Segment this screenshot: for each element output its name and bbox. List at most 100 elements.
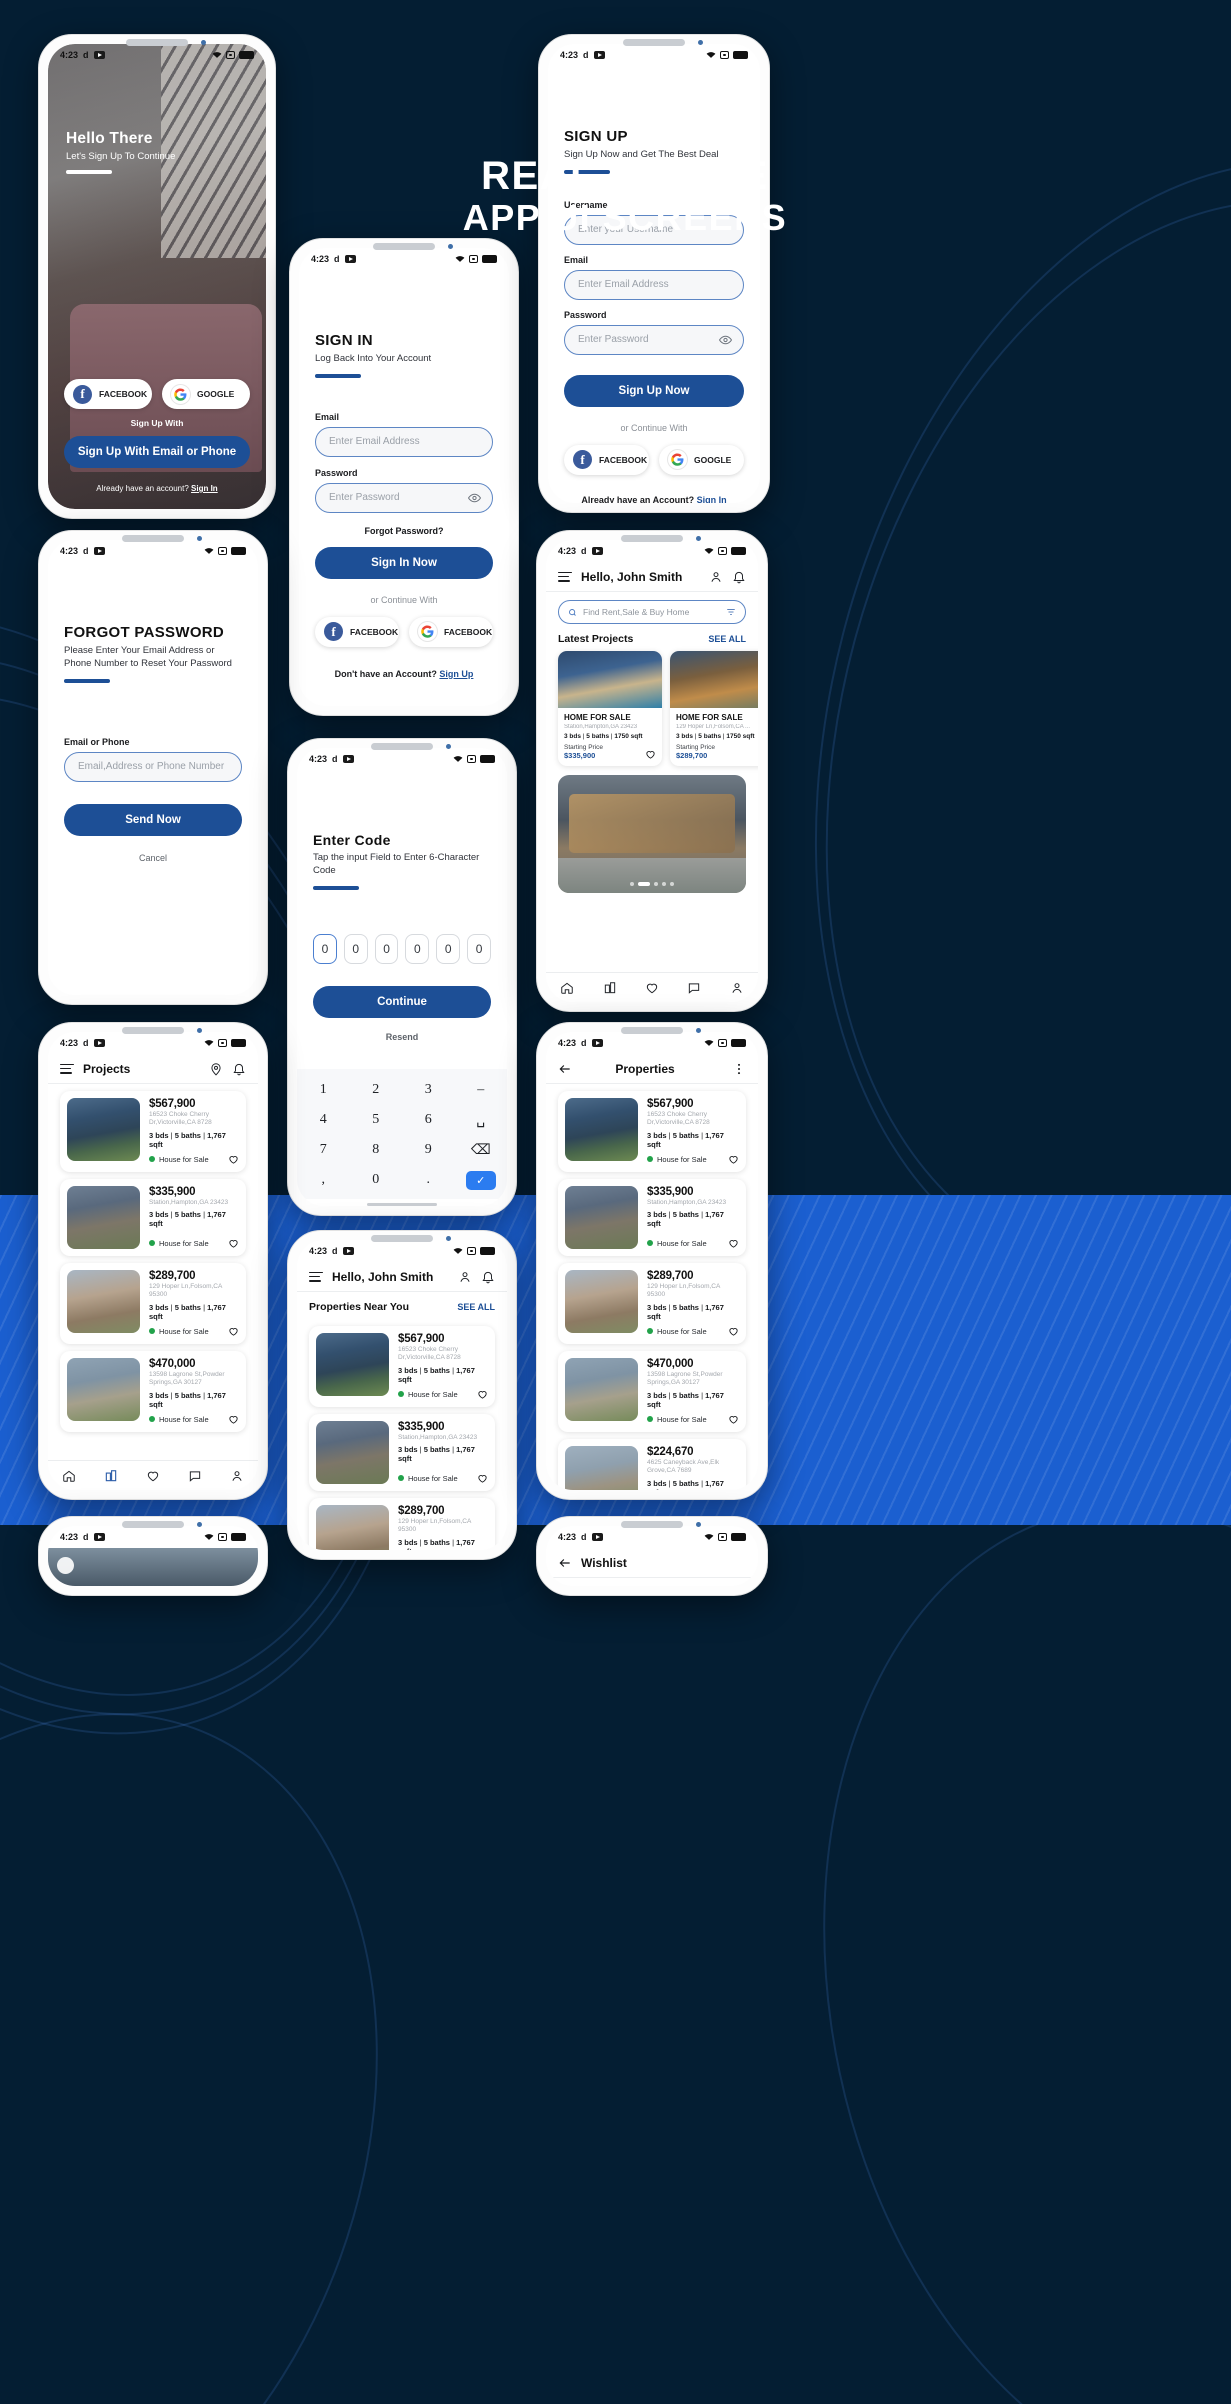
tab-profile-icon[interactable] [730, 981, 744, 995]
back-arrow-icon[interactable] [558, 1556, 572, 1570]
keypad-key-2[interactable]: 2 [350, 1075, 403, 1105]
property-list-item[interactable]: $224,670 4625 Caneyback Ave,Elk Grove,CA … [558, 1438, 746, 1490]
bell-icon[interactable] [732, 570, 746, 584]
email-field[interactable]: Enter Email Address [564, 269, 744, 300]
project-card[interactable]: HOME FOR SALE Station,Hampton,GA 23423 3 b… [558, 651, 662, 766]
back-arrow-icon[interactable] [558, 1062, 572, 1076]
bottom-tabbar[interactable] [48, 1460, 258, 1490]
keypad-key-,[interactable]: , [297, 1165, 350, 1195]
property-list-item[interactable]: $335,900 Station,Hampton,GA 23423 3 bds | … [558, 1178, 746, 1256]
favorite-icon[interactable] [228, 1414, 239, 1425]
favorite-icon[interactable] [477, 1473, 488, 1484]
tab-home-icon[interactable] [62, 1469, 76, 1483]
code-digit-box[interactable]: 0 [467, 933, 491, 964]
favorite-icon[interactable] [728, 1414, 739, 1425]
project-card[interactable]: HOME FOR SALE 129 Hoper Ln,Folsom,CA ... 3… [670, 651, 758, 766]
password-field[interactable]: Enter Password [564, 324, 744, 355]
bell-icon[interactable] [481, 1270, 495, 1284]
see-all-link[interactable]: SEE ALL [457, 1302, 495, 1312]
keypad-confirm-button[interactable]: ✓ [465, 1170, 496, 1190]
featured-property-image[interactable] [558, 775, 746, 893]
password-field[interactable]: Enter Password [315, 482, 493, 513]
cancel-button[interactable]: Cancel [64, 853, 242, 863]
keypad-key-6[interactable]: 6 [402, 1105, 455, 1135]
signup-link[interactable]: Sign Up [439, 669, 473, 679]
signin-link[interactable]: Sign In [697, 495, 727, 503]
facebook-button[interactable]: f FACEBOOK [564, 444, 649, 475]
keypad-key-0[interactable]: 0 [350, 1165, 403, 1195]
property-list-item[interactable]: $335,900 Station,Hampton,GA 23423 3 bds | … [309, 1413, 495, 1491]
favorite-icon[interactable] [728, 1238, 739, 1249]
menu-icon[interactable] [558, 571, 572, 582]
favorite-icon[interactable] [728, 1326, 739, 1337]
search-input[interactable]: Find Rent,Sale & Buy Home [558, 600, 746, 624]
tab-chat-icon[interactable] [687, 981, 701, 995]
project-card-list[interactable]: HOME FOR SALE Station,Hampton,GA 23423 3 b… [546, 651, 758, 766]
property-list-item[interactable]: $567,900 16523 Choke Cherry Dr,Victorvill… [60, 1091, 246, 1172]
menu-icon[interactable] [309, 1271, 323, 1282]
keypad-key-⌫[interactable]: ⌫ [455, 1135, 508, 1165]
property-list-item[interactable]: $335,900 Station,Hampton,GA 23423 3 bds | … [60, 1178, 246, 1256]
favorite-icon[interactable] [228, 1326, 239, 1337]
signup-button[interactable]: Sign Up Now [564, 374, 744, 407]
keypad-key-7[interactable]: 7 [297, 1135, 350, 1165]
menu-icon[interactable] [60, 1063, 74, 1074]
facebook-button[interactable]: f FACEBOOK [315, 616, 399, 647]
facebook-button[interactable]: f FACEBOOK [64, 379, 152, 409]
profile-icon[interactable] [709, 570, 723, 584]
code-digit-box[interactable]: 0 [374, 933, 399, 964]
near-you-list[interactable]: $567,900 16523 Choke Cherry Dr,Victorvill… [297, 1319, 507, 1550]
email-or-phone-field[interactable]: Email,Address or Phone Number [64, 751, 242, 782]
keypad-key-␣[interactable]: ␣ [455, 1105, 508, 1135]
favorite-icon[interactable] [228, 1238, 239, 1249]
bell-icon[interactable] [232, 1062, 246, 1076]
favorite-icon[interactable] [645, 749, 656, 760]
code-digit-box[interactable]: 0 [436, 933, 461, 964]
favorite-icon[interactable] [477, 1389, 488, 1400]
keypad-key-–[interactable]: – [455, 1075, 508, 1105]
keypad-key-8[interactable]: 8 [350, 1135, 403, 1165]
forgot-password-link[interactable]: Forgot Password? [315, 526, 493, 536]
properties-list[interactable]: $567,900 16523 Choke Cherry Dr,Victorvill… [546, 1084, 758, 1490]
google-button[interactable]: GOOGLE [659, 444, 744, 475]
favorite-icon[interactable] [728, 1154, 739, 1165]
favorite-icon[interactable] [228, 1154, 239, 1165]
google-button[interactable]: FACEBOOK [409, 616, 493, 647]
carousel-dots[interactable] [558, 882, 746, 886]
eye-icon[interactable] [468, 491, 481, 504]
favorite-icon[interactable] [757, 749, 758, 760]
property-list-item[interactable]: $567,900 16523 Choke Cherry Dr,Victorvill… [309, 1326, 495, 1407]
keypad-key-✓[interactable]: ✓ [455, 1165, 508, 1195]
signin-button[interactable]: Sign In Now [315, 546, 493, 579]
code-digit-box[interactable]: 0 [405, 933, 430, 964]
resend-button[interactable]: Resend [313, 1032, 491, 1042]
send-now-button[interactable]: Send Now [64, 803, 242, 836]
property-list-item[interactable]: $289,700 129 Hoper Ln,Folsom,CA 95300 3 bd… [60, 1262, 246, 1344]
property-list-item[interactable]: $289,700 129 Hoper Ln,Folsom,CA 95300 3 bd… [309, 1497, 495, 1550]
tab-wishlist-icon[interactable] [645, 981, 659, 995]
signin-link[interactable]: Sign In [191, 484, 218, 493]
more-options-icon[interactable] [732, 1062, 746, 1076]
profile-icon[interactable] [458, 1270, 472, 1284]
keypad-key-9[interactable]: 9 [402, 1135, 455, 1165]
back-button[interactable] [57, 1557, 74, 1574]
see-all-link[interactable]: SEE ALL [708, 634, 746, 644]
property-list-item[interactable]: $289,700 129 Hoper Ln,Folsom,CA 95300 3 bd… [558, 1262, 746, 1344]
tab-chat-icon[interactable] [188, 1469, 202, 1483]
tab-home-icon[interactable] [560, 981, 574, 995]
property-list-item[interactable]: $470,000 13598 Lagrone St,Powder Springs,… [558, 1350, 746, 1432]
location-icon[interactable] [209, 1062, 223, 1076]
tab-buildings-icon[interactable] [603, 981, 617, 995]
property-list-item[interactable]: $567,900 16523 Choke Cherry Dr,Victorvill… [558, 1091, 746, 1172]
eye-icon[interactable] [719, 333, 732, 346]
email-field[interactable]: Enter Email Address [315, 426, 493, 457]
keypad-key-1[interactable]: 1 [297, 1075, 350, 1105]
keypad-key-.[interactable]: . [402, 1165, 455, 1195]
code-input-group[interactable]: 000000 [313, 933, 491, 964]
signup-email-phone-button[interactable]: Sign Up With Email or Phone [64, 436, 250, 468]
code-digit-box[interactable]: 0 [343, 933, 368, 964]
code-digit-box[interactable]: 0 [313, 933, 337, 964]
keypad-key-4[interactable]: 4 [297, 1105, 350, 1135]
property-list-item[interactable]: $470,000 13598 Lagrone St,Powder Springs,… [60, 1350, 246, 1432]
tab-profile-icon[interactable] [230, 1469, 244, 1483]
